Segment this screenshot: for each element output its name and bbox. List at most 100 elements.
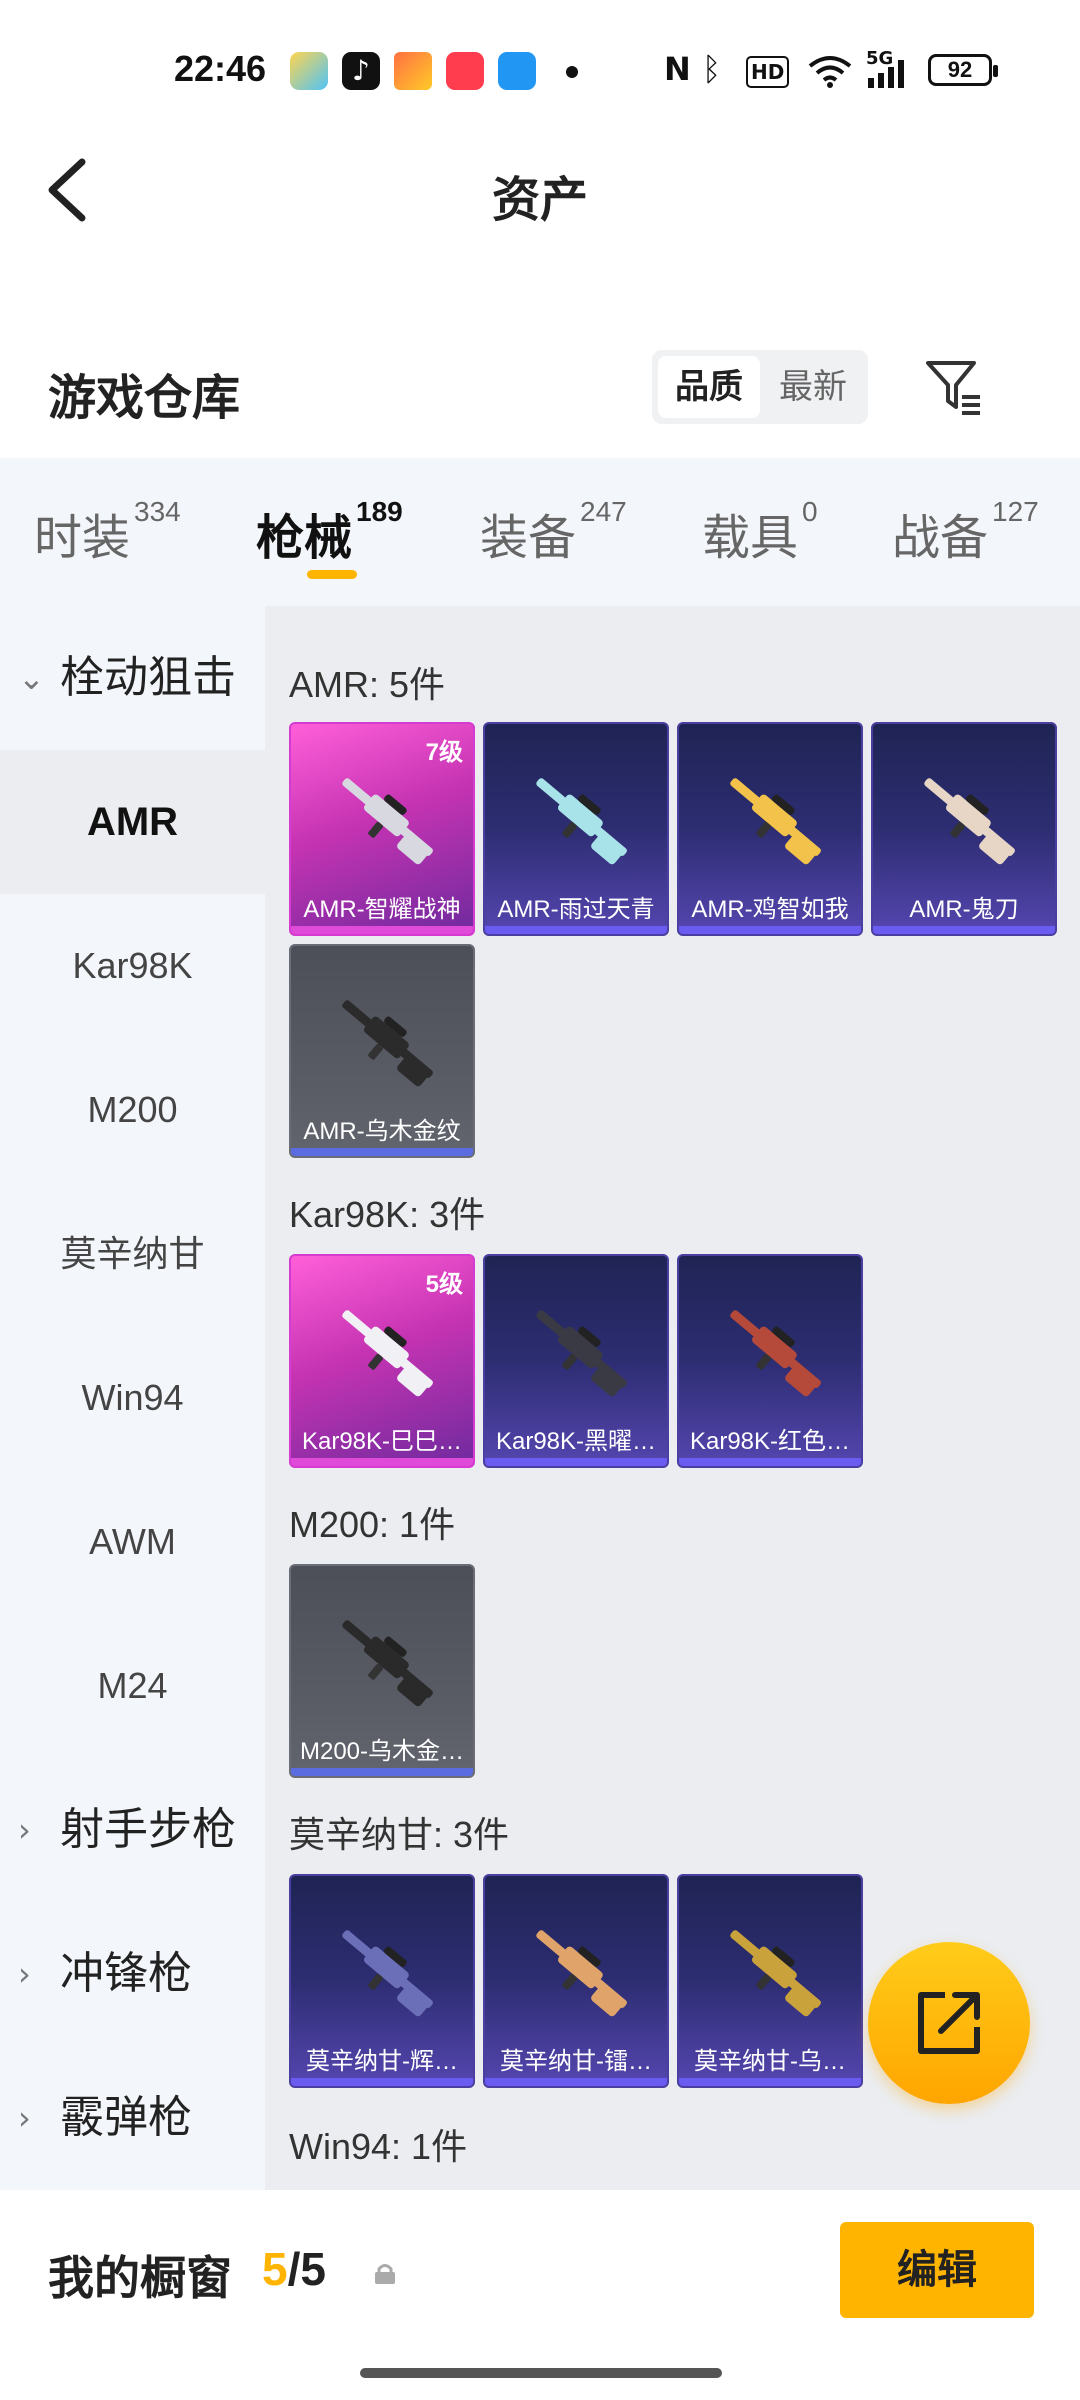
weapon-image [924, 778, 1015, 865]
tab-fashion[interactable]: 时装334 [34, 496, 181, 568]
weapon-card[interactable]: 莫辛纳甘-辉… [289, 1874, 475, 2088]
sidebar-item-kar98k[interactable]: Kar98K [0, 894, 265, 1038]
wifi-icon [808, 56, 852, 88]
tab-firearms[interactable]: 枪械189 [256, 496, 403, 568]
section-title-amr: AMR: 5件 [289, 664, 446, 705]
weapon-card[interactable]: M200-乌木金… [289, 1564, 475, 1778]
weapon-card[interactable]: Kar98K-红色… [677, 1254, 863, 1468]
rarity-stripe [291, 926, 473, 934]
chevron-right-icon: › [18, 1955, 31, 1993]
sidebar-item-mosin[interactable]: 莫辛纳甘 [0, 1182, 265, 1326]
share-export-icon [918, 1992, 980, 2054]
lock-icon [375, 2264, 395, 2284]
signal-icon [868, 60, 904, 88]
more-notifications-icon [566, 66, 578, 78]
weapon-image [730, 778, 821, 865]
rarity-stripe [873, 926, 1055, 934]
showcase-count-used: 5 [262, 2243, 288, 2295]
rarity-stripe [291, 1768, 473, 1776]
tab-count: 189 [356, 496, 403, 527]
tab-count: 0 [802, 496, 818, 527]
music-app-icon [446, 52, 484, 90]
showcase-count-separator: / [287, 2243, 301, 2295]
tab-label: 载具 [702, 512, 799, 565]
hd-voice-icon: HD [746, 56, 790, 88]
tab-label: 时装 [34, 512, 131, 565]
weapon-card[interactable]: 莫辛纳甘-乌… [677, 1874, 863, 2088]
showcase-count-total: 5 [300, 2243, 326, 2295]
chevron-down-icon: ⌄ [18, 659, 45, 697]
weapon-name: Kar98K-巳巳… [301, 1428, 463, 1455]
weapon-card[interactable]: AMR-乌木金纹 [289, 944, 475, 1158]
tiktok-app-icon [342, 52, 380, 90]
sidebar-item-amr[interactable]: AMR [0, 750, 265, 894]
status-bar: 22:46 N ᛒ HD 5G 92 [0, 0, 1080, 140]
tab-label: 枪械 [256, 512, 353, 565]
chevron-right-icon: › [18, 1811, 31, 1849]
files-app-icon [498, 52, 536, 90]
tab-equipment[interactable]: 装备247 [480, 496, 627, 568]
sidebar-item-awm[interactable]: AWM [0, 1470, 265, 1614]
weapon-name: M200-乌木金… [299, 1738, 465, 1765]
sidebar-item-m200[interactable]: M200 [0, 1038, 265, 1182]
sort-toggle: 品质 最新 [652, 350, 868, 424]
weapon-image [342, 1310, 433, 1397]
weapon-name: 莫辛纳甘-镭… [500, 2048, 652, 2075]
weapon-name: AMR-鸡智如我 [691, 896, 849, 923]
weapon-card[interactable]: Kar98K-黑曜… [483, 1254, 669, 1468]
weapon-name: AMR-乌木金纹 [303, 1118, 461, 1145]
sidebar-item-m24[interactable]: M24 [0, 1614, 265, 1758]
weapon-image [342, 778, 433, 865]
weapon-name: AMR-雨过天青 [497, 896, 655, 923]
weapon-card[interactable]: 莫辛纳甘-镭… [483, 1874, 669, 2088]
weapon-level: 5级 [425, 1271, 463, 1298]
tab-vehicles[interactable]: 载具0 [702, 496, 818, 568]
weapon-name: 莫辛纳甘-辉… [306, 2048, 458, 2075]
game-app-icon [394, 52, 432, 90]
section-title-win94: Win94: 1件 [289, 2126, 468, 2167]
section-title-kar98k: Kar98K: 3件 [289, 1194, 486, 1235]
sidebar-item-win94[interactable]: Win94 [0, 1326, 265, 1470]
tab-count: 127 [992, 496, 1039, 527]
bluetooth-icon: ᛒ [702, 50, 722, 88]
weapon-level: 7级 [425, 739, 463, 766]
sidebar-group-label: 冲锋枪 [60, 1949, 192, 1998]
weapon-image [730, 1930, 821, 2017]
rarity-stripe [485, 2078, 667, 2086]
weapon-name: AMR-鬼刀 [909, 896, 1019, 923]
home-indicator [360, 2368, 722, 2378]
rarity-stripe [291, 2078, 473, 2086]
weapon-card[interactable]: 5级 Kar98K-巳巳… [289, 1254, 475, 1468]
warehouse-title: 游戏仓库 [48, 372, 241, 425]
chevron-right-icon: › [18, 2099, 31, 2137]
sidebar-group-bolt-action[interactable]: ⌄ 栓动狙击 [0, 606, 265, 750]
tab-supplies[interactable]: 战备127 [892, 496, 1039, 568]
edit-showcase-button[interactable]: 编辑 [840, 2222, 1034, 2318]
rarity-stripe [679, 2078, 861, 2086]
share-fab-button[interactable] [868, 1942, 1030, 2104]
category-tabs: 时装334 枪械189 装备247 载具0 战备127 [0, 458, 1080, 606]
weapon-image [536, 1310, 627, 1397]
weapon-image [730, 1310, 821, 1397]
sidebar-group-smg[interactable]: › 冲锋枪 [0, 1902, 265, 2046]
rarity-stripe [291, 1148, 473, 1156]
rarity-stripe [679, 926, 861, 934]
sidebar-group-label: 栓动狙击 [60, 653, 236, 702]
weapon-card[interactable]: 7级 AMR-智耀战神 [289, 722, 475, 936]
sidebar-group-label: 霰弹枪 [60, 2093, 192, 2142]
weapon-card[interactable]: AMR-鬼刀 [871, 722, 1057, 936]
weapon-card[interactable]: AMR-鸡智如我 [677, 722, 863, 936]
page-title: 资产 [491, 174, 588, 227]
sidebar-group-shotgun[interactable]: › 霰弹枪 [0, 2046, 265, 2190]
weapon-card[interactable]: AMR-雨过天青 [483, 722, 669, 936]
sort-quality-button[interactable]: 品质 [658, 356, 760, 418]
weapon-name: 莫辛纳甘-乌… [694, 2048, 846, 2075]
filter-icon[interactable] [922, 355, 986, 419]
section-title-mosin: 莫辛纳甘: 3件 [289, 1814, 510, 1855]
weapon-type-sidebar: ⌄ 栓动狙击 AMR Kar98K M200 莫辛纳甘 Win94 AWM M24… [0, 606, 265, 2190]
showcase-label: 我的橱窗 [48, 2252, 232, 2304]
sidebar-group-marksman[interactable]: › 射手步枪 [0, 1758, 265, 1902]
battery-indicator: 92 [928, 54, 998, 86]
rarity-stripe [485, 926, 667, 934]
sort-newest-button[interactable]: 最新 [762, 356, 864, 418]
